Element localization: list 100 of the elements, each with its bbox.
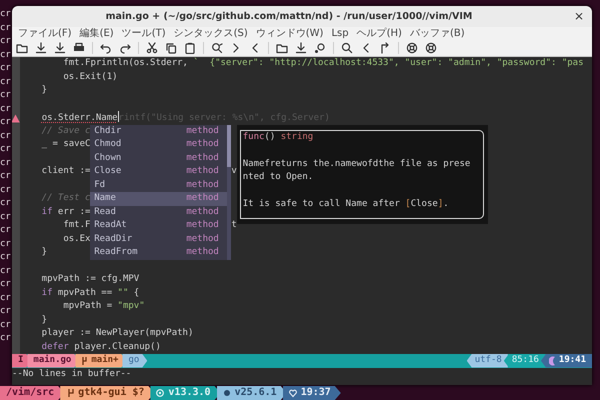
moon-icon xyxy=(548,356,556,366)
code-line: defer player.Cleanup() xyxy=(40,342,161,352)
code-line: mpvPath = "mpv" xyxy=(62,301,145,311)
folder-icon[interactable] xyxy=(16,42,28,54)
completion-item[interactable]: Chown method xyxy=(90,152,228,165)
copy-icon[interactable] xyxy=(165,42,177,54)
terminal-text: cr xyxy=(0,89,12,102)
doc-line: nted to Open. xyxy=(242,171,314,184)
terminal-text: cr xyxy=(0,197,12,210)
code-line: player := NewPlayer(mpvPath) xyxy=(40,328,194,338)
completion-item[interactable]: Chmod method xyxy=(90,138,228,152)
menu-item[interactable]: バッファ(B) xyxy=(406,27,469,40)
menu-item[interactable]: Lsp xyxy=(327,27,353,40)
code-fragment: t xyxy=(231,219,237,232)
status-text: gtk4-gui $? xyxy=(78,386,144,400)
redo-icon[interactable] xyxy=(119,42,131,54)
completion-item[interactable]: Chdir method xyxy=(90,124,228,138)
code-line: client := xyxy=(40,166,90,176)
terminal-text: cr xyxy=(0,48,12,62)
magnifier-icon[interactable] xyxy=(314,42,326,54)
download-icon[interactable] xyxy=(295,42,307,54)
completion-item[interactable]: ReadFrom method xyxy=(90,246,228,260)
lifebuoy-icon[interactable] xyxy=(406,42,418,54)
branch-icon xyxy=(81,356,88,366)
command-line-message: --No lines in buffer-- xyxy=(12,368,132,378)
code-line: fmt.Fprintln(os.Stderr, ` {"server": "http://localhost:4533", "user": "admin", "password": "pas xyxy=(62,58,584,68)
terminal-text: cr xyxy=(0,76,12,88)
branch-name: main+ xyxy=(91,354,118,367)
code-fragment: v xyxy=(231,165,237,178)
ring-icon xyxy=(156,388,164,398)
code-line: // Test c xyxy=(40,193,90,203)
menu-item[interactable]: ツール(T) xyxy=(118,27,170,40)
terminal-text: cr xyxy=(0,224,12,237)
folder-icon[interactable] xyxy=(276,42,288,54)
terminal-text: cr xyxy=(0,143,12,156)
status-text: v25.6.1 xyxy=(234,386,277,400)
doc-line: Namefreturns the.namewofdthe file as prese xyxy=(242,158,472,170)
file-type: go xyxy=(122,354,148,368)
menu-item[interactable]: シンタックス(S) xyxy=(170,27,252,40)
terminal-text: cr xyxy=(0,130,12,142)
cursor-position: 85:16 xyxy=(504,354,545,368)
completion-item[interactable]: Fd method xyxy=(90,178,228,192)
terminal-text: cr xyxy=(0,102,12,116)
clipboard-icon[interactable] xyxy=(184,42,196,54)
download-icon[interactable] xyxy=(54,42,66,54)
lifebuoy-icon[interactable] xyxy=(425,42,437,54)
search-icon[interactable] xyxy=(341,42,353,54)
menu-item[interactable]: ファイル(F) xyxy=(14,27,76,40)
terminal-text: cr xyxy=(0,278,12,291)
menu-item[interactable]: ウィンドウ(W) xyxy=(252,27,328,40)
terminal-text: cr xyxy=(0,156,12,170)
terminal-text: cr xyxy=(0,292,12,304)
completion-item[interactable]: Close method xyxy=(90,165,228,178)
code-line: mpvPath := cfg.MPV xyxy=(40,274,140,284)
terminal-text: cr xyxy=(0,8,12,21)
menu-item[interactable]: 編集(E) xyxy=(76,27,118,40)
undo-icon[interactable] xyxy=(100,42,112,54)
turn-arrow-icon[interactable] xyxy=(379,42,391,54)
code-line: if err := xyxy=(40,206,90,216)
download-icon[interactable] xyxy=(35,42,47,54)
doc-line: func() string xyxy=(242,130,314,144)
menu-item[interactable]: ヘルプ(H) xyxy=(352,27,406,40)
terminal-text: cr xyxy=(0,332,12,345)
terminal-text: cr xyxy=(0,251,12,264)
branch-icon xyxy=(66,388,74,398)
find-replace-icon[interactable] xyxy=(211,42,223,54)
printer-icon[interactable] xyxy=(73,42,85,54)
terminal-text: cr xyxy=(0,62,12,75)
code-line: } xyxy=(40,247,48,257)
scissors-icon[interactable] xyxy=(146,42,158,54)
code-line: _ = saveC xyxy=(40,139,90,149)
completion-item[interactable]: ReadDir method xyxy=(90,232,228,246)
status-text: v13.3.0 xyxy=(168,386,211,400)
terminal-text: cr xyxy=(0,22,12,34)
terminal-text: cr xyxy=(0,238,12,250)
terminal-text: cr xyxy=(0,318,12,332)
code-line: } xyxy=(40,85,48,95)
code-line: } xyxy=(40,314,48,324)
completion-item[interactable]: Read method xyxy=(90,206,228,219)
code-line: fmt.F xyxy=(62,220,90,230)
completion-item[interactable]: Name method xyxy=(90,192,228,206)
status-text: 19:37 xyxy=(300,386,331,400)
terminal-text: cr xyxy=(0,264,12,278)
code-line: // Save c xyxy=(40,126,90,136)
dot-icon xyxy=(222,388,231,398)
heart-icon xyxy=(288,388,297,398)
file-encoding: utf-8 xyxy=(466,354,508,368)
terminal-text: cr xyxy=(0,305,12,318)
scrollbar[interactable] xyxy=(227,124,232,260)
terminal-text: cr xyxy=(0,170,12,183)
close-button[interactable]: × xyxy=(566,6,592,27)
code-line: if mpvPath == "" { xyxy=(40,288,140,298)
terminal-text: cr xyxy=(0,184,12,196)
completion-item[interactable]: ReadAt method xyxy=(90,219,228,232)
terminal-text: cr xyxy=(0,116,12,129)
terminal-text: cr xyxy=(0,35,12,48)
status-text: /vim/src xyxy=(6,386,54,400)
doc-line: It is safe to call Name after [Close]. xyxy=(242,198,450,211)
window-title: main.go + (~/go/src/github.com/mattn/nd) - /run/user/1000//vim/VIM xyxy=(104,11,474,22)
clock-time: 19:41 xyxy=(558,354,586,367)
